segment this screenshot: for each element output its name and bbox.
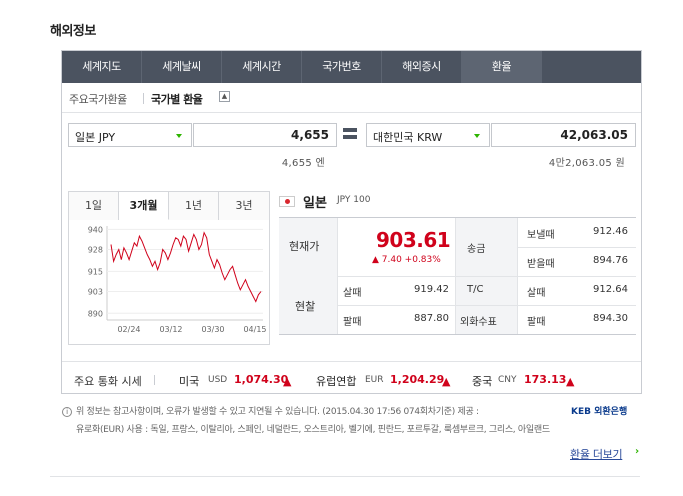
label-column-bg xyxy=(279,218,337,334)
tab-bar: 세계지도 세계날씨 세계시간 국가번호 해외증시 환율 xyxy=(62,51,641,83)
check-sell-value: 894.30 xyxy=(593,313,628,324)
to-amount-input[interactable]: 42,063.05 xyxy=(491,123,636,147)
x-tick-label: 03/30 xyxy=(201,325,224,334)
current-price-label: 현재가 xyxy=(289,240,320,253)
info-icon: i xyxy=(62,406,72,417)
major-eur-value: 1,204.29 xyxy=(390,373,445,386)
major-divider xyxy=(154,375,155,385)
major-currency-bar: 주요 통화 시세 미국 USD 1,074.30 ▲ 유럽연합 EUR 1,20… xyxy=(62,361,641,394)
rate-chart-box: 1일 3개월 1년 3년 940 928 915 903 890 02/24 03/12 03… xyxy=(68,191,270,345)
subnav-divider xyxy=(143,93,144,104)
major-cny-country[interactable]: 중국 xyxy=(472,373,492,389)
more-exchange-link[interactable]: 환율 더보기 xyxy=(570,446,623,462)
notice-text: 위 정보는 참고사항이며, 오류가 발생할 수 있고 지연될 수 있습니다. (… xyxy=(76,407,479,417)
y-tick-label: 940 xyxy=(88,225,103,234)
cash-buy-value: 919.42 xyxy=(414,284,449,295)
x-tick-label: 02/24 xyxy=(117,325,140,334)
cash-sell-label: 팔때 xyxy=(343,317,362,328)
notice-line-1: i 위 정보는 참고사항이며, 오류가 발생할 수 있고 지연될 수 있습니다. … xyxy=(62,404,479,417)
japan-flag-icon xyxy=(279,196,295,207)
y-tick-label: 915 xyxy=(88,267,103,276)
from-currency-select[interactable]: 일본 JPY xyxy=(68,123,192,147)
remit-receive-label: 받을때 xyxy=(527,259,555,270)
major-eur-code: EUR xyxy=(365,375,384,385)
period-tab-1y[interactable]: 1년 xyxy=(169,192,219,220)
period-tab-3m[interactable]: 3개월 xyxy=(119,192,169,220)
cash-buy-label: 살때 xyxy=(343,288,362,299)
from-amount-value: 4,655 xyxy=(291,128,329,142)
up-arrow-icon: ▲ xyxy=(566,375,575,388)
country-name: 일본 xyxy=(303,196,327,211)
major-cny-code: CNY xyxy=(498,375,517,385)
price-change: ▲ 7.40 +0.83% xyxy=(372,255,441,265)
to-currency-label: 대한민국 KRW xyxy=(373,131,443,144)
major-title: 주요 통화 시세 xyxy=(74,375,142,388)
equals-icon xyxy=(343,128,357,140)
up-arrow-icon: ▲ xyxy=(283,375,292,388)
remit-send-label: 보낼때 xyxy=(527,230,555,241)
collapse-toggle-icon[interactable]: ▲ xyxy=(219,91,230,102)
tab-exchange-rate[interactable]: 환율 xyxy=(462,51,542,83)
sub-navigation: 주요국가환율 국가별 환율 ▲ xyxy=(62,83,641,113)
chevron-right-icon: › xyxy=(635,446,640,457)
rate-table: 현재가 903.61 ▲ 7.40 +0.83% 현찰 살때 919.42 팔때… xyxy=(279,217,636,335)
to-amount-korean: 4만2,063.05 원 xyxy=(548,158,625,169)
subnav-country-rates[interactable]: 국가별 환율 xyxy=(151,91,203,107)
from-amount-input[interactable]: 4,655 xyxy=(193,123,337,147)
remit-label: 송금 xyxy=(467,244,486,255)
subnav-major-rates[interactable]: 주요국가환율 xyxy=(69,91,127,107)
tc-buy-label: 살때 xyxy=(527,288,546,299)
tab-world-weather[interactable]: 세계날씨 xyxy=(142,51,222,83)
y-tick-label: 890 xyxy=(88,309,103,318)
to-amount-value: 42,063.05 xyxy=(560,128,628,142)
keb-bank-logo: KEB 외환은행 xyxy=(571,407,628,417)
major-eur-country[interactable]: 유럽연합 xyxy=(316,373,356,389)
bottom-divider xyxy=(50,476,640,477)
cash-label: 현찰 xyxy=(295,300,316,313)
x-tick-label: 04/15 xyxy=(243,325,266,334)
major-usd-code: USD xyxy=(208,375,228,385)
y-tick-label: 903 xyxy=(88,287,103,296)
major-usd-country[interactable]: 미국 xyxy=(179,373,199,389)
tab-world-time[interactable]: 세계시간 xyxy=(222,51,302,83)
notice-line-2: 유로화(EUR) 사용 : 독일, 프랑스, 이탈리아, 스페인, 네덜란드, … xyxy=(76,425,550,435)
y-tick-label: 928 xyxy=(88,246,103,255)
from-currency-label: 일본 JPY xyxy=(75,131,116,144)
dropdown-caret-icon xyxy=(176,134,182,138)
tc-buy-value: 912.64 xyxy=(593,284,628,295)
exchange-panel: 세계지도 세계날씨 세계시간 국가번호 해외증시 환율 주요국가환율 국가별 환… xyxy=(61,50,642,394)
period-tabs: 1일 3개월 1년 3년 xyxy=(69,192,269,220)
cash-sell-value: 887.80 xyxy=(414,313,449,324)
section-title: 해외정보 xyxy=(50,24,96,39)
tab-world-map[interactable]: 세계지도 xyxy=(62,51,142,83)
period-tab-1d[interactable]: 1일 xyxy=(69,192,119,220)
tab-overseas-stock[interactable]: 해외증시 xyxy=(382,51,462,83)
tc-label: T/C xyxy=(467,284,484,295)
x-tick-label: 03/12 xyxy=(159,325,182,334)
up-arrow-icon: ▲ xyxy=(442,375,451,388)
from-amount-korean: 4,655 엔 xyxy=(281,158,325,169)
remit-send-value: 912.46 xyxy=(593,226,628,237)
country-code: JPY 100 xyxy=(337,195,371,205)
period-tab-3y[interactable]: 3년 xyxy=(219,192,269,220)
major-cny-value: 173.13 xyxy=(524,373,567,386)
tab-country-code[interactable]: 국가번호 xyxy=(302,51,382,83)
check-sell-label: 팔때 xyxy=(527,317,546,328)
major-usd-value: 1,074.30 xyxy=(234,373,289,386)
remit-receive-value: 894.76 xyxy=(593,255,628,266)
check-label: 외화수표 xyxy=(460,317,497,328)
to-currency-select[interactable]: 대한민국 KRW xyxy=(366,123,490,147)
dropdown-caret-icon xyxy=(474,134,480,138)
current-price-value: 903.61 xyxy=(376,228,451,252)
rate-line-chart: 940 928 915 903 890 02/24 03/12 03/30 04/15 xyxy=(88,225,267,334)
